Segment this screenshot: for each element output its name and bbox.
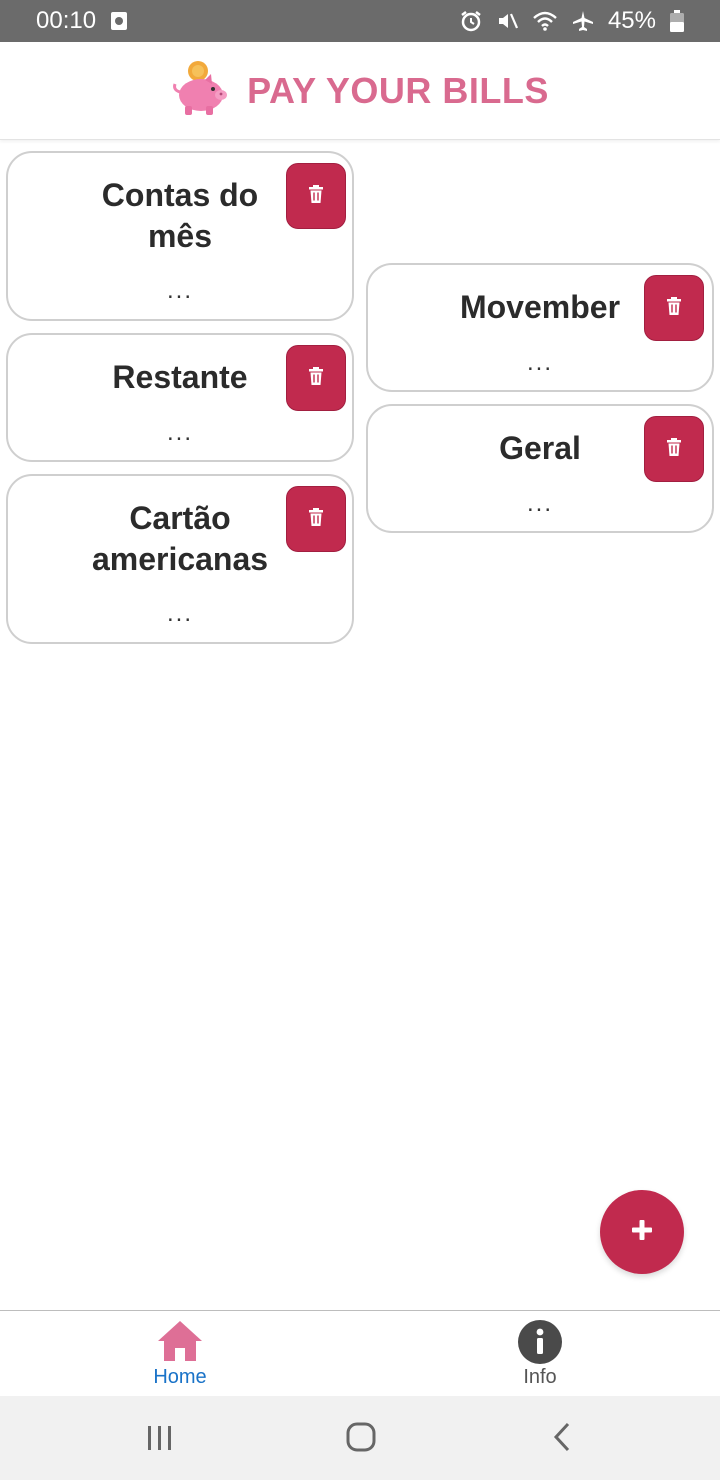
nav-item-home[interactable]: Home xyxy=(0,1311,360,1397)
mute-icon xyxy=(496,10,518,32)
app-title: PAY YOUR BILLS xyxy=(247,69,549,111)
bill-card-subtitle: ... xyxy=(526,349,553,376)
bill-card-subtitle: ... xyxy=(166,600,193,627)
nav-item-info[interactable]: Info xyxy=(360,1311,720,1397)
info-icon xyxy=(517,1319,563,1370)
status-time: 00:10 xyxy=(36,7,97,34)
home-system-button[interactable] xyxy=(346,1422,376,1457)
trash-icon xyxy=(666,437,682,461)
delete-button[interactable] xyxy=(286,163,346,229)
home-icon xyxy=(156,1319,204,1368)
status-bar: 00:10 45% xyxy=(0,0,720,42)
trash-icon xyxy=(666,296,682,320)
delete-button[interactable] xyxy=(644,416,704,482)
wifi-icon xyxy=(532,10,558,32)
battery-icon xyxy=(670,10,684,32)
battery-percent: 45% xyxy=(607,7,656,34)
alarm-icon xyxy=(460,10,482,32)
notification-icon xyxy=(110,11,128,31)
bill-card-subtitle: ... xyxy=(166,277,193,304)
bottom-navigation: Home Info xyxy=(0,1310,720,1396)
piggy-bank-icon xyxy=(171,60,229,121)
nav-label-info: Info xyxy=(523,1366,557,1388)
app-header: PAY YOUR BILLS xyxy=(0,42,720,140)
trash-icon xyxy=(308,184,324,208)
recent-apps-button[interactable] xyxy=(142,1424,178,1457)
airplane-mode-icon xyxy=(572,10,594,32)
delete-button[interactable] xyxy=(644,275,704,341)
bill-card-subtitle: ... xyxy=(166,419,193,446)
trash-icon xyxy=(308,507,324,531)
bill-card[interactable]: Geral ... xyxy=(366,404,714,533)
bill-card[interactable]: Movember ... xyxy=(366,263,714,392)
nav-label-home: Home xyxy=(153,1366,207,1388)
bill-card[interactable]: Cartão americanas ... xyxy=(6,474,354,644)
back-button[interactable] xyxy=(550,1422,576,1457)
bill-card[interactable]: Restante ... xyxy=(6,333,354,462)
system-navigation-bar xyxy=(0,1396,720,1480)
add-bill-button[interactable] xyxy=(600,1190,684,1274)
bill-card-subtitle: ... xyxy=(526,490,553,517)
delete-button[interactable] xyxy=(286,345,346,411)
bill-card[interactable]: Contas do mês ... xyxy=(6,151,354,321)
plus-icon xyxy=(631,1219,653,1246)
delete-button[interactable] xyxy=(286,486,346,552)
trash-icon xyxy=(308,366,324,390)
